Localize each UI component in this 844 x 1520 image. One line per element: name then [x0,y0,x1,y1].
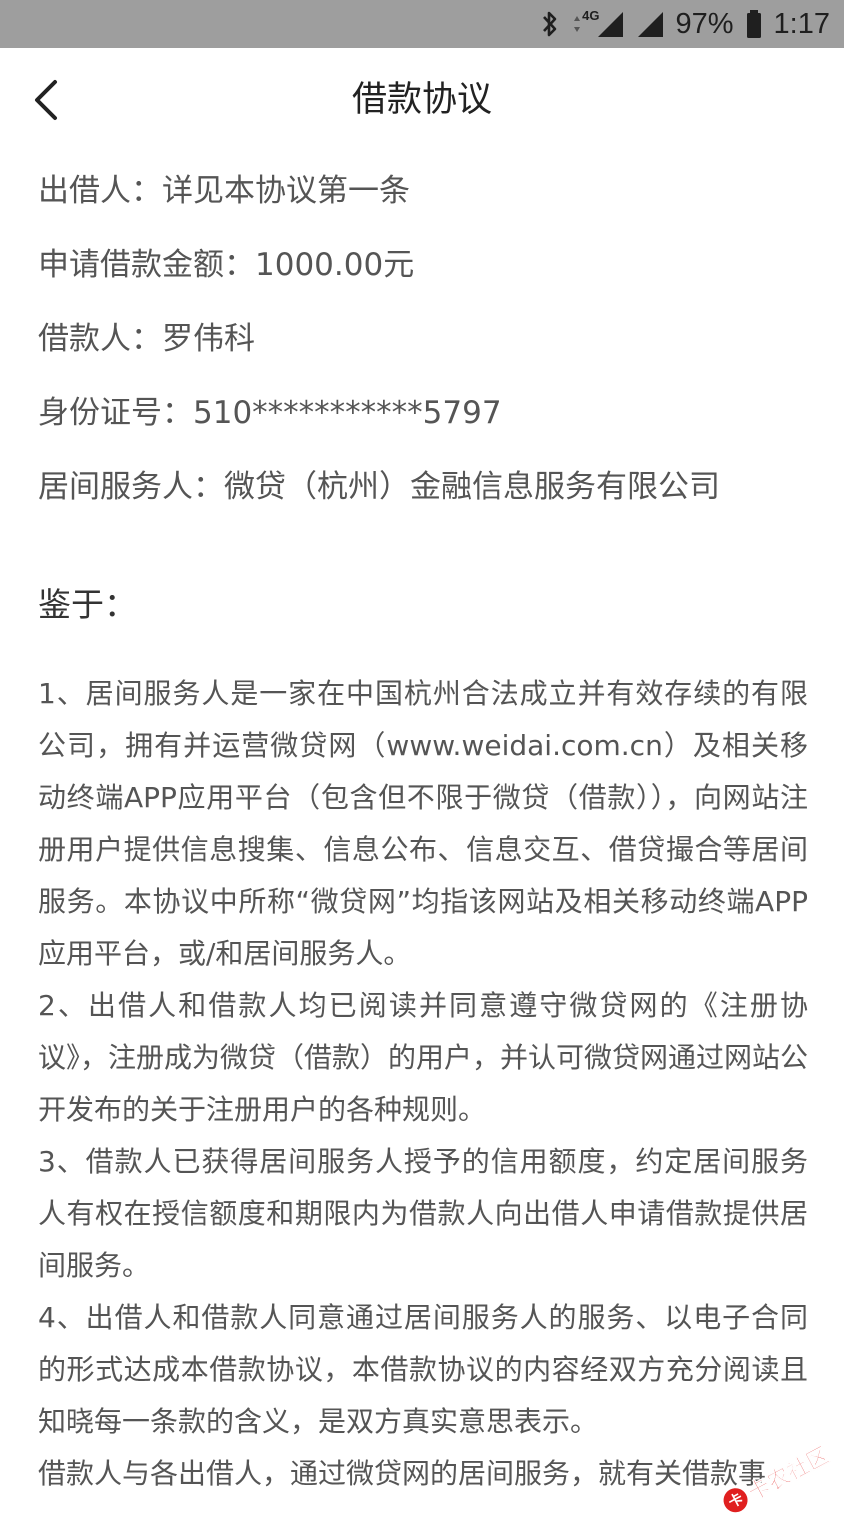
clause-1: 1、居间服务人是一家在中国杭州合法成立并有效存续的有限公司，拥有并运营微贷网（w… [38,677,808,970]
status-bar: 4G 97% 1:17 [0,0,844,48]
id-number-field: 身份证号：510***********5797 [38,395,502,431]
clock: 1:17 [773,7,830,40]
loan-amount-field: 申请借款金额：1000.00元 [38,247,415,283]
bluetooth-icon [540,9,560,39]
borrower-field: 借款人：罗伟科 [38,321,255,357]
data-arrows-icon [574,16,581,32]
agreement-content: 出借人：详见本协议第一条 申请借款金额：1000.00元 借款人：罗伟科 身份证… [38,154,808,1500]
signal-secondary-icon [636,10,664,38]
lender-field: 出借人：详见本协议第一条 [38,173,410,209]
clause-3: 3、借款人已获得居间服务人授予的信用额度，约定居间服务人有权在授信额度和期限内为… [38,1145,808,1282]
battery-icon [746,9,762,39]
intermediary-field: 居间服务人：微贷（杭州）金融信息服务有限公司 [38,469,720,505]
network-signal: 4G [572,7,623,38]
clause-list: 1、居间服务人是一家在中国杭州合法成立并有效存续的有限公司，拥有并运营微贷网（w… [38,668,808,1500]
page-title: 借款协议 [351,80,492,120]
network-type-label: 4G [582,7,600,23]
navigation-bar: 借款协议 [0,48,844,154]
signal-icon [597,12,623,37]
battery-percent: 97% [675,7,734,40]
clause-continuation: 借款人与各出借人，通过微贷网的居间服务，就有关借款事 [38,1457,767,1490]
clause-2: 2、出借人和借款人均已阅读并同意遵守微贷网的《注册协议》，注册成为微贷（借款）的… [38,989,809,1126]
section-heading-whereas: 鉴于： [38,585,137,624]
clause-4: 4、出借人和借款人同意通过居间服务人的服务、以电子合同的形式达成本借款协议，本借… [38,1301,808,1438]
